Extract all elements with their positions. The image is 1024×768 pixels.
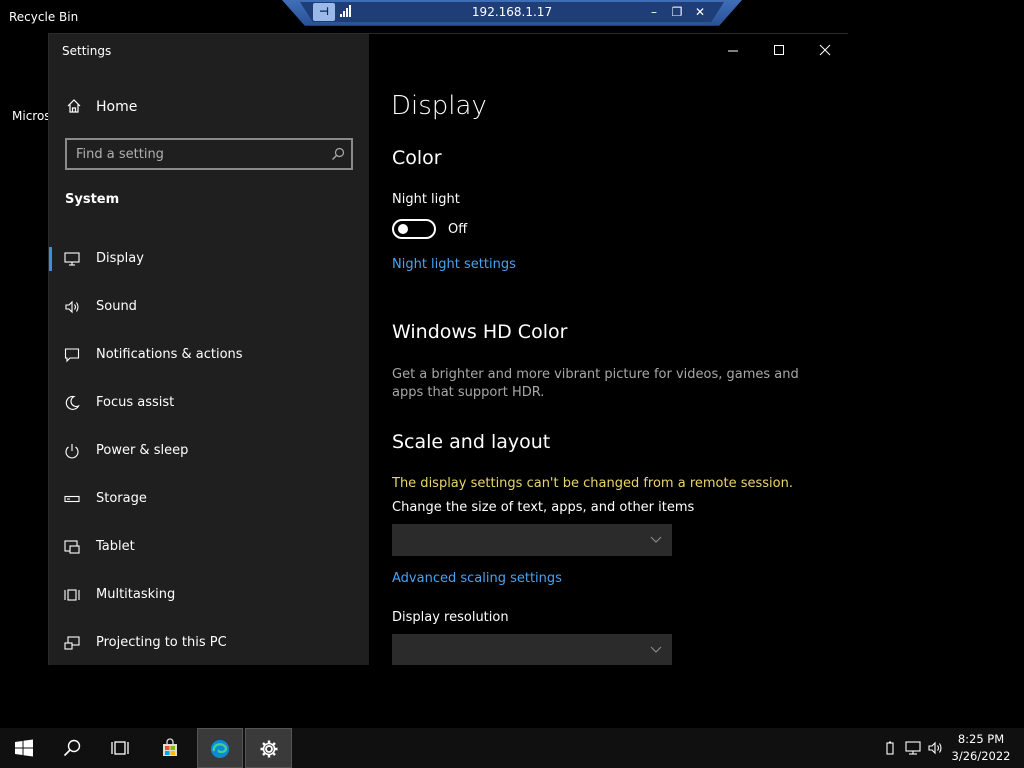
resolution-dropdown[interactable]: [392, 634, 672, 665]
monitor-icon: [64, 252, 80, 266]
close-button[interactable]: [802, 36, 848, 64]
recycle-bin-label[interactable]: Recycle Bin: [9, 10, 78, 24]
network-icon[interactable]: [905, 740, 921, 756]
clock-date: 3/26/2022: [951, 749, 1011, 763]
tablet-icon: [64, 540, 80, 554]
close-icon: [819, 44, 831, 56]
settings-button[interactable]: [245, 728, 292, 768]
taskbar: 8:25 PM 3/26/2022: [0, 728, 1024, 768]
sidebar-item-display[interactable]: Display: [49, 239, 369, 279]
search-icon: [63, 739, 81, 757]
search-box[interactable]: [65, 138, 353, 170]
battery-icon[interactable]: [882, 740, 898, 756]
multitasking-icon: [64, 589, 80, 601]
sidebar-item-label: Power & sleep: [96, 443, 189, 458]
sidebar-item-power-sleep[interactable]: Power & sleep: [49, 431, 369, 471]
storage-icon: [64, 495, 80, 503]
pin-icon[interactable]: ⊣: [313, 3, 335, 21]
edge-button[interactable]: [197, 728, 243, 768]
advanced-scaling-link[interactable]: Advanced scaling settings: [392, 571, 562, 586]
start-button[interactable]: [0, 728, 48, 768]
settings-window: Settings Home System Display: [48, 33, 848, 665]
sidebar-item-label: Projecting to this PC: [96, 635, 227, 650]
rdp-close-button[interactable]: ✕: [691, 3, 709, 21]
clock-time: 8:25 PM: [957, 732, 1005, 746]
main-content: Display Color Night light Off Night ligh…: [369, 34, 848, 665]
store-icon: [163, 738, 177, 756]
minimize-icon: [728, 50, 738, 52]
search-input[interactable]: [76, 145, 316, 163]
page-title: Display: [391, 91, 487, 121]
hd-color-description: Get a brighter and more vibrant picture …: [392, 367, 799, 400]
sidebar-item-multitasking[interactable]: Multitasking: [49, 575, 369, 615]
chevron-down-icon: [650, 536, 662, 543]
sidebar-item-label: Notifications & actions: [96, 347, 243, 362]
search-button[interactable]: [48, 728, 96, 768]
home-icon: [67, 99, 81, 113]
chevron-down-icon: [650, 646, 662, 653]
home-label: Home: [96, 99, 138, 115]
task-view-button[interactable]: [96, 728, 144, 768]
selection-indicator: [49, 247, 52, 271]
scale-dropdown[interactable]: [392, 524, 672, 556]
sidebar-item-label: Focus assist: [96, 395, 175, 410]
sidebar-item-label: Storage: [96, 491, 147, 506]
remote-host-address: 192.168.1.17: [471, 5, 553, 19]
hd-color-heading: Windows HD Color: [392, 321, 568, 343]
sidebar-item-label: Sound: [96, 299, 137, 314]
moon-icon: [65, 395, 80, 410]
toggle-knob: [398, 224, 408, 234]
edge-shortcut-label[interactable]: Microsoft Edge: [12, 109, 52, 124]
notification-icon: [64, 348, 80, 363]
task-view-icon: [111, 741, 129, 755]
resolution-label: Display resolution: [392, 610, 509, 625]
sidebar-item-notifications[interactable]: Notifications & actions: [49, 335, 369, 375]
sidebar-item-label: Display: [96, 251, 144, 266]
home-nav-item[interactable]: Home: [49, 92, 369, 122]
rdp-restore-button[interactable]: ❐: [668, 3, 686, 21]
night-light-toggle[interactable]: [392, 219, 436, 239]
sidebar-item-focus-assist[interactable]: Focus assist: [49, 383, 369, 423]
night-light-state: Off: [448, 222, 468, 237]
start-icon: [15, 739, 33, 757]
power-icon: [65, 444, 79, 459]
rdp-minimize-button[interactable]: –: [645, 3, 663, 21]
projecting-icon: [64, 636, 80, 650]
remote-session-warning: The display settings can't be changed fr…: [392, 476, 793, 491]
window-title: Settings: [62, 44, 112, 58]
color-heading: Color: [392, 147, 442, 169]
sidebar-item-projecting[interactable]: Projecting to this PC: [49, 623, 369, 663]
edge-icon: [211, 740, 229, 758]
maximize-icon: [774, 45, 784, 55]
section-heading: System: [65, 192, 120, 207]
store-button[interactable]: [146, 728, 194, 768]
clock[interactable]: 8:25 PM 3/26/2022: [948, 731, 1014, 765]
speaker-icon: [65, 300, 79, 314]
sidebar-item-label: Multitasking: [96, 587, 176, 602]
sidebar-item-tablet[interactable]: Tablet: [49, 527, 369, 567]
signal-icon: [340, 5, 351, 17]
sidebar-item-label: Tablet: [96, 539, 135, 554]
sidebar-item-sound[interactable]: Sound: [49, 287, 369, 327]
minimize-button[interactable]: [710, 36, 756, 64]
maximize-button[interactable]: [756, 36, 802, 64]
settings-icon: [260, 740, 278, 758]
night-light-label: Night light: [392, 192, 460, 207]
search-icon[interactable]: [331, 147, 345, 161]
volume-icon[interactable]: [928, 740, 944, 756]
scale-layout-heading: Scale and layout: [392, 431, 551, 453]
scale-label: Change the size of text, apps, and other…: [392, 500, 695, 515]
sidebar-item-storage[interactable]: Storage: [49, 479, 369, 519]
night-light-settings-link[interactable]: Night light settings: [392, 257, 516, 272]
sidebar: Settings Home System Display: [49, 34, 369, 665]
